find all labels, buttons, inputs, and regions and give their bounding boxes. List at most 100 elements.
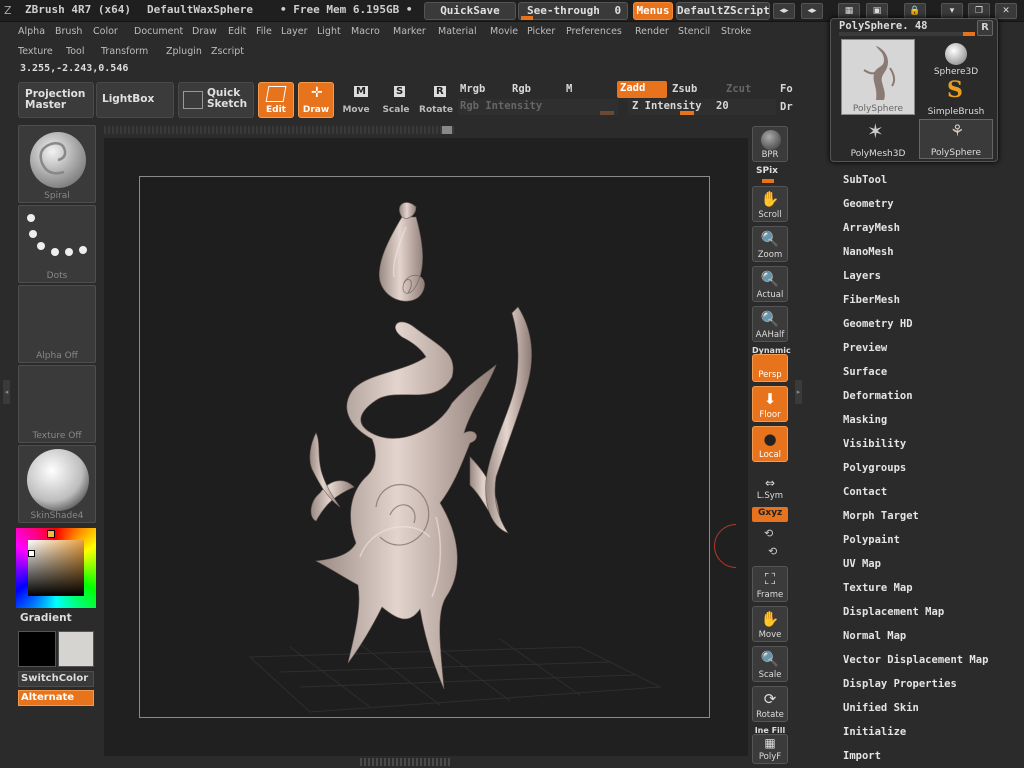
xyz-button[interactable]: Gxyz: [752, 507, 788, 522]
tool-tile-simplebrush[interactable]: S SimpleBrush: [923, 77, 989, 117]
zoom-button[interactable]: 🔍 Zoom: [752, 226, 788, 262]
menu-color[interactable]: Color: [93, 26, 118, 37]
menu-macro[interactable]: Macro: [351, 26, 380, 37]
viewport-frame[interactable]: [139, 176, 710, 718]
menu-draw[interactable]: Draw: [192, 26, 217, 37]
subpalette-arraymesh[interactable]: ArrayMesh: [843, 222, 900, 234]
lock-icon[interactable]: 🔒: [904, 3, 926, 19]
menu-movie[interactable]: Movie: [490, 26, 518, 37]
canvas-scroll-handle[interactable]: [442, 126, 452, 134]
subpalette-contact[interactable]: Contact: [843, 486, 887, 498]
menu-light[interactable]: Light: [317, 26, 341, 37]
subpalette-unified-skin[interactable]: Unified Skin: [843, 702, 919, 714]
subpalette-surface[interactable]: Surface: [843, 366, 887, 378]
window-icon[interactable]: ▣: [866, 3, 888, 19]
menu-stroke[interactable]: Stroke: [721, 26, 751, 37]
alpha-tile[interactable]: Alpha Off: [18, 285, 96, 363]
color-picker-value-marker[interactable]: [28, 550, 35, 557]
draw-button[interactable]: ✛ Draw: [298, 82, 334, 118]
canvas-scrollbar-bottom[interactable]: [360, 758, 450, 766]
lightbox-button[interactable]: LightBox: [96, 82, 174, 118]
color-picker-square[interactable]: [28, 540, 84, 596]
layout-prev-icon[interactable]: ◂▸: [773, 3, 795, 19]
subpalette-nanomesh[interactable]: NanoMesh: [843, 246, 894, 258]
m-button[interactable]: M: [566, 83, 572, 95]
see-through-handle[interactable]: [521, 16, 533, 20]
palette-icon[interactable]: ▦: [838, 3, 860, 19]
scroll-button[interactable]: ✋ Scroll: [752, 186, 788, 222]
edit-button[interactable]: Edit: [258, 82, 294, 118]
color-picker[interactable]: [16, 528, 96, 608]
menu-layer[interactable]: Layer: [281, 26, 308, 37]
rotate-z-icon[interactable]: ⟲: [768, 545, 777, 558]
restore-icon[interactable]: ❐: [968, 3, 990, 19]
subpalette-uv-map[interactable]: UV Map: [843, 558, 881, 570]
menu-preferences[interactable]: Preferences: [566, 26, 622, 37]
tool-size-handle[interactable]: [963, 32, 975, 36]
rgb-intensity-slider[interactable]: Rgb Intensity: [458, 99, 618, 115]
stroke-tile[interactable]: Dots: [18, 205, 96, 283]
subpalette-vector-displacement-map[interactable]: Vector Displacement Map: [843, 654, 988, 666]
subpalette-geometry-hd[interactable]: Geometry HD: [843, 318, 913, 330]
move-view-button[interactable]: ✋ Move: [752, 606, 788, 642]
subpalette-polygroups[interactable]: Polygroups: [843, 462, 906, 474]
brush-tile[interactable]: Spiral: [18, 125, 96, 203]
menu-edit[interactable]: Edit: [228, 26, 246, 37]
menu-marker[interactable]: Marker: [393, 26, 426, 37]
color-picker-hue-marker[interactable]: [47, 530, 55, 538]
move-button[interactable]: M Move: [338, 82, 374, 118]
menu-material[interactable]: Material: [438, 26, 477, 37]
subpalette-displacement-map[interactable]: Displacement Map: [843, 606, 944, 618]
menu-document[interactable]: Document: [134, 26, 183, 37]
scale-button[interactable]: S Scale: [378, 82, 414, 118]
zcut-button[interactable]: Zcut: [726, 83, 751, 95]
zsub-button[interactable]: Zsub: [672, 83, 697, 95]
menu-zscript[interactable]: Zscript: [211, 46, 244, 57]
right-tray-collapse-icon[interactable]: ▸: [795, 380, 802, 404]
local-button[interactable]: ● Local: [752, 426, 788, 462]
lsym-button[interactable]: ⇔ L.Sym: [752, 476, 788, 502]
projection-master-button[interactable]: Projection Master: [18, 82, 94, 118]
polyf-button[interactable]: ▦ PolyF: [752, 734, 788, 764]
subpalette-polypaint[interactable]: Polypaint: [843, 534, 900, 546]
menu-picker[interactable]: Picker: [527, 26, 555, 37]
close-icon[interactable]: ✕: [995, 3, 1017, 19]
menu-brush[interactable]: Brush: [55, 26, 82, 37]
subpalette-visibility[interactable]: Visibility: [843, 438, 906, 450]
z-intensity-handle[interactable]: [680, 111, 694, 115]
subpalette-layers[interactable]: Layers: [843, 270, 881, 282]
subpalette-normal-map[interactable]: Normal Map: [843, 630, 906, 642]
scale-view-button[interactable]: 🔍 Scale: [752, 646, 788, 682]
floor-button[interactable]: ⬇ Floor: [752, 386, 788, 422]
canvas-scrollbar-top[interactable]: [104, 126, 454, 134]
subpalette-geometry[interactable]: Geometry: [843, 198, 894, 210]
switch-color-button[interactable]: SwitchColor: [18, 671, 94, 687]
secondary-color-swatch[interactable]: [58, 631, 94, 667]
subpalette-morph-target[interactable]: Morph Target: [843, 510, 919, 522]
persp-button[interactable]: Persp: [752, 354, 788, 382]
subpalette-initialize[interactable]: Initialize: [843, 726, 906, 738]
tool-tile-polysphere[interactable]: PolySphere: [841, 39, 915, 115]
sculpt-model[interactable]: [140, 177, 709, 717]
menus-toggle[interactable]: Menus: [633, 2, 673, 20]
subpalette-deformation[interactable]: Deformation: [843, 390, 913, 402]
z-intensity-slider[interactable]: Z Intensity 20: [628, 99, 776, 115]
alternate-button[interactable]: Alternate: [18, 690, 94, 706]
see-through-slider[interactable]: See-through 0: [518, 2, 628, 20]
frame-button[interactable]: ⛶ Frame: [752, 566, 788, 602]
menu-render[interactable]: Render: [635, 26, 669, 37]
quicksave-button[interactable]: QuickSave: [424, 2, 516, 20]
zadd-button[interactable]: Zadd: [617, 81, 667, 98]
primary-color-swatch[interactable]: [18, 631, 56, 667]
subpalette-texture-map[interactable]: Texture Map: [843, 582, 913, 594]
texture-tile[interactable]: Texture Off: [18, 365, 96, 443]
spix-slider[interactable]: SPix: [752, 165, 788, 183]
quick-sketch-button[interactable]: Quick Sketch: [178, 82, 254, 118]
subpalette-masking[interactable]: Masking: [843, 414, 887, 426]
menu-texture[interactable]: Texture: [18, 46, 53, 57]
default-zscript-button[interactable]: DefaultZScript: [676, 2, 770, 20]
rgb-button[interactable]: Rgb: [512, 83, 531, 95]
actual-button[interactable]: 🔍 Actual: [752, 266, 788, 302]
rotate-y-icon[interactable]: ⟲: [764, 527, 773, 540]
layout-next-icon[interactable]: ◂▸: [801, 3, 823, 19]
